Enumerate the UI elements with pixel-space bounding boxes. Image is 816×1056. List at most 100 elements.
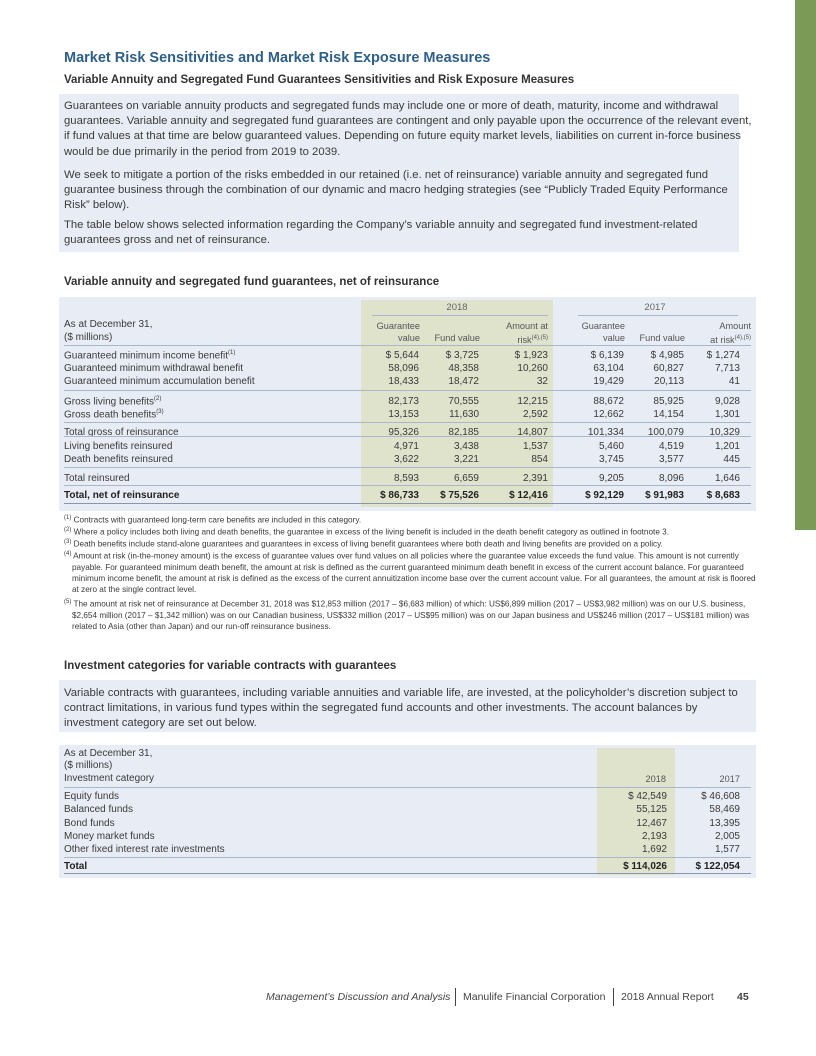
table1-bottom-rule <box>64 503 751 504</box>
intro-paragraph-1: Guarantees on variable annuity products … <box>64 100 752 158</box>
table1-cell: 1,537 <box>522 441 548 452</box>
table1-header-amount-at-risk-2018: Amount at risk(4),(5) <box>506 321 548 346</box>
table2-units-label: ($ millions) <box>64 760 113 771</box>
section-side-tab <box>795 0 816 530</box>
table1-row-label: Gross death benefits(3) <box>64 409 164 421</box>
table1-units-label: ($ millions) <box>64 332 113 343</box>
table2-cell-2017: $ 46,608 <box>701 791 740 802</box>
table1-cell: 1,201 <box>714 441 740 452</box>
table2-cell-2017: $ 122,054 <box>695 861 741 872</box>
table1-row-label: Total reinsured <box>64 473 130 484</box>
table1-header-guarantee-value-2017: Guarantee value <box>581 321 625 343</box>
table1-row-rule <box>64 436 751 437</box>
table1-cell: 3,438 <box>453 441 479 452</box>
table1-cell: 18,433 <box>388 376 419 387</box>
table1-2017-rule <box>578 315 738 316</box>
table1-cell: 70,555 <box>448 396 479 407</box>
table1-row-rule <box>64 390 751 391</box>
table1-footnote: (3) Death benefits include stand-alone g… <box>64 539 663 549</box>
table2-cell-2018: $ 114,026 <box>623 861 667 872</box>
table1-cell: 82,173 <box>388 396 419 407</box>
section2-paragraph: Variable contracts with guarantees, incl… <box>64 687 738 730</box>
table1-cell: $ 91,983 <box>645 490 684 501</box>
table1-cell: $ 12,416 <box>509 490 548 501</box>
table1-cell: 19,429 <box>593 376 624 387</box>
table1-cell: $ 75,526 <box>440 490 479 501</box>
table1-cell: $ 4,985 <box>650 350 684 361</box>
table1-cell: $ 86,733 <box>380 490 419 501</box>
table1-cell: 445 <box>723 454 740 465</box>
table2-header-rule <box>64 787 751 788</box>
table1-cell: 5,460 <box>598 441 624 452</box>
table1-header-fund-value-2017: Fund value <box>639 333 685 343</box>
table1-cell: 1,646 <box>714 473 740 484</box>
table2-cell-2018: $ 42,549 <box>628 791 667 802</box>
intro-paragraph-2: We seek to mitigate a portion of the ris… <box>64 169 728 212</box>
table1-cell: 854 <box>531 454 548 465</box>
table1-row-rule <box>64 485 751 486</box>
table2-header-2018: 2018 <box>645 774 666 784</box>
table1-cell: 12,215 <box>517 396 548 407</box>
table1-row-label: Total, net of reinsurance <box>64 490 180 501</box>
table1-cell: 14,154 <box>653 409 684 420</box>
table1-footnote: (1) Contracts with guaranteed long-term … <box>64 515 362 525</box>
table1-header-guarantee-value-2018: Guarantee value <box>376 321 420 343</box>
table1-cell: 2,391 <box>522 473 548 484</box>
table1-cell: 4,519 <box>658 441 684 452</box>
footer-page-number: 45 <box>737 991 749 1003</box>
table1-cell: 13,153 <box>388 409 419 420</box>
footer-separator-1 <box>455 988 456 1006</box>
table1-year-2018: 2018 <box>446 302 468 313</box>
table1-cell: 88,672 <box>593 396 624 407</box>
table2-bottom-rule <box>64 873 751 874</box>
table2-row-label: Equity funds <box>64 791 120 802</box>
table1-cell: 1,301 <box>714 409 740 420</box>
table1-cell: 20,113 <box>654 376 684 387</box>
table1-row-rule <box>64 422 751 423</box>
footer-company: Manulife Financial Corporation <box>463 991 606 1003</box>
footer-section: Management’s Discussion and Analysis <box>266 991 451 1003</box>
table1-footnote: (2) Where a policy includes both living … <box>64 527 669 537</box>
page-heading: Market Risk Sensitivities and Market Ris… <box>64 50 491 66</box>
table2-row-label: Total <box>64 861 88 872</box>
table2-row-label: Balanced funds <box>64 804 133 815</box>
table1-title: Variable annuity and segregated fund gua… <box>64 276 440 288</box>
table1-cell: 58,096 <box>388 363 419 374</box>
table1-cell: 41 <box>728 376 740 387</box>
table2-cell-2017: 2,005 <box>714 831 740 842</box>
table1-cell: 8,096 <box>658 473 684 484</box>
table1-cell: $ 1,274 <box>706 350 740 361</box>
table1-cell: 3,221 <box>453 454 479 465</box>
table1-row-label: Guaranteed minimum withdrawal benefit <box>64 363 243 374</box>
table1-cell: 2,592 <box>522 409 548 420</box>
intro-paragraph-3: The table below shows selected informati… <box>64 219 698 247</box>
table1-cell: 60,827 <box>653 363 684 374</box>
footer-separator-2 <box>613 988 614 1006</box>
table1-cell: 63,104 <box>593 363 624 374</box>
table2-cell-2018: 12,467 <box>636 818 667 829</box>
table1-header-fund-value-2018: Fund value <box>434 333 480 343</box>
table1-cell: 6,659 <box>453 473 479 484</box>
table1-cell: $ 3,725 <box>445 350 479 361</box>
table2-row-label: Money market funds <box>64 831 155 842</box>
table1-row-label: Guaranteed minimum accumulation benefit <box>64 376 255 387</box>
table1-cell: 3,577 <box>658 454 684 465</box>
table1-cell: 32 <box>536 376 548 387</box>
table1-cell: 9,028 <box>714 396 740 407</box>
footer-report: 2018 Annual Report <box>621 991 714 1003</box>
section2-title: Investment categories for variable contr… <box>64 660 397 672</box>
table1-cell: 4,971 <box>393 441 419 452</box>
table2-row-label: Other fixed interest rate investments <box>64 844 225 855</box>
table1-cell: 3,745 <box>598 454 624 465</box>
table1-cell: 85,925 <box>653 396 684 407</box>
table2-header-2017: 2017 <box>719 774 740 784</box>
table1-footnote: (5) The amount at risk net of reinsuranc… <box>64 599 750 632</box>
table2-cell-2018: 55,125 <box>636 804 667 815</box>
table1-row-label: Gross living benefits(2) <box>64 396 162 408</box>
table1-row-label: Guaranteed minimum income benefit(1) <box>64 350 236 362</box>
table1-cell: 18,472 <box>448 376 479 387</box>
table1-row-rule <box>64 467 751 468</box>
table1-year-2017: 2017 <box>644 302 666 313</box>
table1-2018-rule <box>372 315 548 316</box>
table1-cell: $ 6,139 <box>590 350 624 361</box>
